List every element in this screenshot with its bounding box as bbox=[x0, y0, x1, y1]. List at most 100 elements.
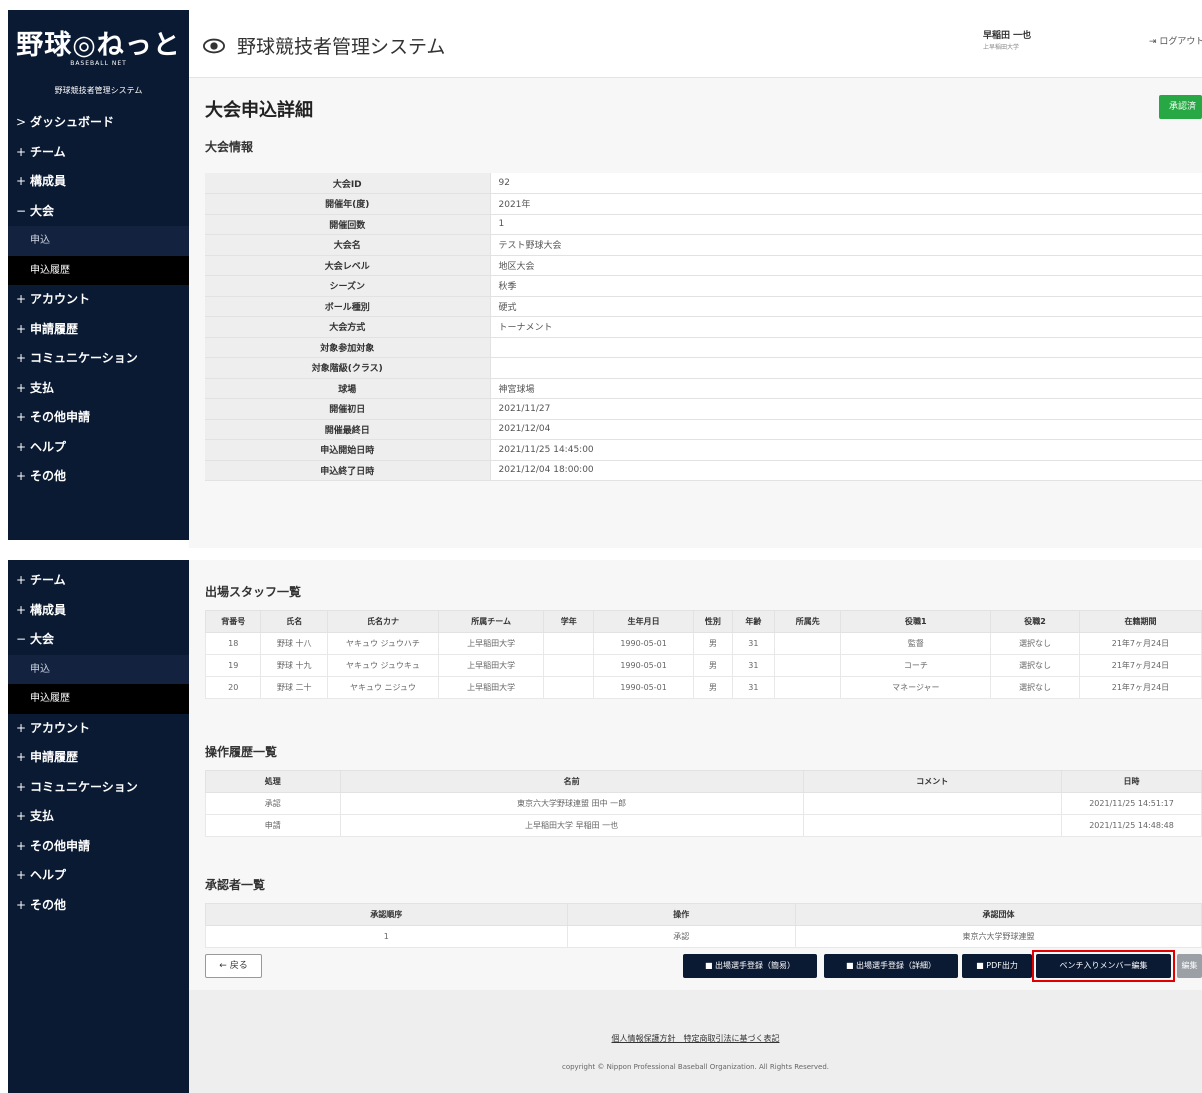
info-value: トーナメント bbox=[490, 316, 1202, 338]
menu-toggle-icon: + bbox=[16, 573, 27, 587]
info-key: 申込終了日時 bbox=[205, 460, 491, 481]
sidebar-item[interactable]: + コミュニケーション bbox=[8, 344, 189, 374]
column-header: 在籍期間 bbox=[1078, 610, 1202, 633]
sidebar-item[interactable]: 申込履歴 bbox=[8, 255, 189, 285]
sidebar-item[interactable]: + その他 bbox=[8, 891, 189, 921]
back-button[interactable]: ← 戻る bbox=[205, 954, 262, 978]
table-cell: ヤキュウ ジュウキュ bbox=[327, 654, 439, 677]
info-key: 大会名 bbox=[205, 234, 491, 256]
sidebar-item-label: ヘルプ bbox=[30, 868, 67, 882]
column-header: コメント bbox=[802, 770, 1063, 793]
sidebar-item-label: アカウント bbox=[30, 292, 91, 306]
staff-table: 背番号 氏名 氏名カナ 所属チーム 学年 生年月日 性別 年齢 所属先 役職1 役職2 在籍期間 18… bbox=[204, 610, 1202, 699]
info-value bbox=[490, 357, 1202, 379]
sidebar: 野球◎ねっと BASEBALL NET 野球競技者管理システム > ダッシュボード… bbox=[8, 10, 189, 540]
sidebar-item[interactable]: + チーム bbox=[8, 138, 189, 168]
logout-link[interactable]: ⇥ ログアウト bbox=[1149, 34, 1202, 47]
sidebar-item[interactable]: 申込 bbox=[8, 226, 189, 256]
menu-toggle-icon: + bbox=[16, 838, 27, 853]
sidebar-item-label: 申込履歴 bbox=[30, 693, 70, 704]
sidebar-item[interactable]: + チーム bbox=[8, 566, 189, 596]
table-cell: 東京六大学野球連盟 bbox=[794, 925, 1202, 948]
column-header: 背番号 bbox=[204, 610, 262, 633]
info-key: 開催回数 bbox=[205, 214, 491, 235]
info-row: シーズン 秋季 bbox=[205, 275, 1202, 297]
column-header: 所属チーム bbox=[437, 610, 545, 633]
sidebar-item-label: 構成員 bbox=[30, 174, 67, 188]
sidebar-item[interactable]: + 構成員 bbox=[8, 596, 189, 626]
action-bar: ← 戻る ■ 出場選手登録（簡易） ■ 出場選手登録（詳細） ■ PDF出力 ベ… bbox=[205, 950, 1202, 982]
sidebar-item-label: 大会 bbox=[30, 203, 55, 218]
menu-toggle-icon: + bbox=[16, 144, 27, 159]
table-cell: 承認 bbox=[205, 792, 341, 815]
info-row: 申込開始日時 2021/11/25 14:45:00 bbox=[205, 439, 1202, 461]
sidebar-item[interactable]: + 申請履歴 bbox=[8, 315, 189, 345]
info-row: 対象階級(クラス) bbox=[205, 357, 1202, 379]
sidebar-item[interactable]: + 支払 bbox=[8, 802, 189, 832]
sidebar-item[interactable]: + 支払 bbox=[8, 374, 189, 404]
sidebar-item-label: ヘルプ bbox=[30, 439, 67, 454]
info-row: 開催最終日 2021/12/04 bbox=[205, 419, 1202, 440]
sidebar-item[interactable]: > ダッシュボード bbox=[8, 108, 189, 138]
logout-icon: ⇥ bbox=[1149, 37, 1157, 47]
pdf-output-button[interactable]: ■ PDF出力 bbox=[962, 954, 1032, 978]
table-cell: 1 bbox=[205, 925, 568, 948]
player-register-detail-button[interactable]: ■ 出場選手登録（詳細） bbox=[824, 954, 958, 978]
table-cell: 承認 bbox=[566, 925, 796, 948]
info-key: 対象階級(クラス) bbox=[205, 357, 491, 379]
sidebar-item[interactable]: + その他 bbox=[8, 462, 189, 492]
menu-toggle-icon: − bbox=[16, 203, 27, 218]
section-heading-tournament: 大会情報 bbox=[205, 140, 254, 154]
table-cell bbox=[773, 654, 842, 677]
footer-links[interactable]: 個人情報保護方針 特定商取引法に基づく表記 bbox=[189, 1033, 1202, 1044]
sidebar-item[interactable]: + 構成員 bbox=[8, 167, 189, 197]
info-row: 大会ID 92 bbox=[205, 173, 1202, 194]
sidebar-item[interactable]: + ヘルプ bbox=[8, 433, 189, 463]
info-value: 神宮球場 bbox=[490, 378, 1202, 399]
info-value: 92 bbox=[490, 173, 1202, 194]
column-header: 役職1 bbox=[840, 610, 992, 633]
sidebar-item[interactable]: 申込 bbox=[8, 654, 189, 684]
table-cell: 東京六大学野球連盟 田中 一郎 bbox=[339, 792, 804, 815]
sidebar-item[interactable]: + 申請履歴 bbox=[8, 743, 189, 773]
edit-button[interactable]: 編集 bbox=[1177, 954, 1202, 978]
sidebar-item-label: その他 bbox=[30, 897, 67, 912]
info-value: 地区大会 bbox=[490, 255, 1202, 276]
column-header: 学年 bbox=[543, 610, 595, 633]
menu-toggle-icon: − bbox=[16, 632, 27, 646]
footer-copyright: copyright © Nippon Professional Baseball… bbox=[561, 1063, 830, 1071]
app-logo[interactable]: 野球◎ねっと BASEBALL NET bbox=[8, 10, 189, 80]
info-row: 大会方式 トーナメント bbox=[205, 316, 1202, 338]
sidebar-item[interactable]: + その他申請 bbox=[8, 403, 189, 433]
menu-toggle-icon: + bbox=[16, 321, 27, 336]
sidebar-item[interactable]: + コミュニケーション bbox=[8, 773, 189, 803]
table-cell: 男 bbox=[692, 632, 733, 655]
table-cell bbox=[543, 654, 595, 677]
table-cell: 2021/11/25 14:48:48 bbox=[1061, 814, 1202, 837]
column-header: 役職2 bbox=[990, 610, 1080, 633]
menu-toggle-icon: + bbox=[16, 897, 27, 912]
table-cell: 野球 二十 bbox=[260, 676, 328, 699]
sidebar-item-label: コミュニケーション bbox=[30, 779, 138, 794]
info-row: 球場 神宮球場 bbox=[205, 378, 1202, 399]
info-row: ボール種別 硬式 bbox=[205, 296, 1202, 317]
sidebar-item[interactable]: + アカウント bbox=[8, 285, 189, 315]
sidebar-item[interactable]: + アカウント bbox=[8, 714, 189, 744]
sidebar-item[interactable]: + その他申請 bbox=[8, 832, 189, 862]
table-cell: 野球 十九 bbox=[260, 654, 328, 677]
player-register-simple-button[interactable]: ■ 出場選手登録（簡易） bbox=[683, 954, 817, 978]
sidebar-item[interactable]: 申込履歴 bbox=[8, 684, 189, 714]
approved-button[interactable]: 承認済 bbox=[1159, 95, 1202, 119]
info-key: 対象参加対象 bbox=[205, 337, 491, 358]
table-row: 19 野球 十九 ヤキュウ ジュウキュ 上早稲田大学 1990-05-01 男 31 コーチ選… bbox=[204, 654, 1202, 677]
info-key: 大会方式 bbox=[205, 316, 491, 338]
sidebar-item[interactable]: + ヘルプ bbox=[8, 861, 189, 891]
highlight-box bbox=[1032, 950, 1175, 982]
sidebar-item-label: アカウント bbox=[30, 720, 91, 735]
table-cell: 21年7ヶ月24日 bbox=[1078, 676, 1202, 699]
sidebar-item[interactable]: − 大会 bbox=[8, 197, 189, 227]
section-heading-staff: 出場スタッフ一覧 bbox=[205, 585, 302, 599]
sidebar-item-label: 構成員 bbox=[30, 602, 67, 617]
table-cell: 20 bbox=[204, 676, 262, 699]
sidebar-item[interactable]: − 大会 bbox=[8, 625, 189, 655]
